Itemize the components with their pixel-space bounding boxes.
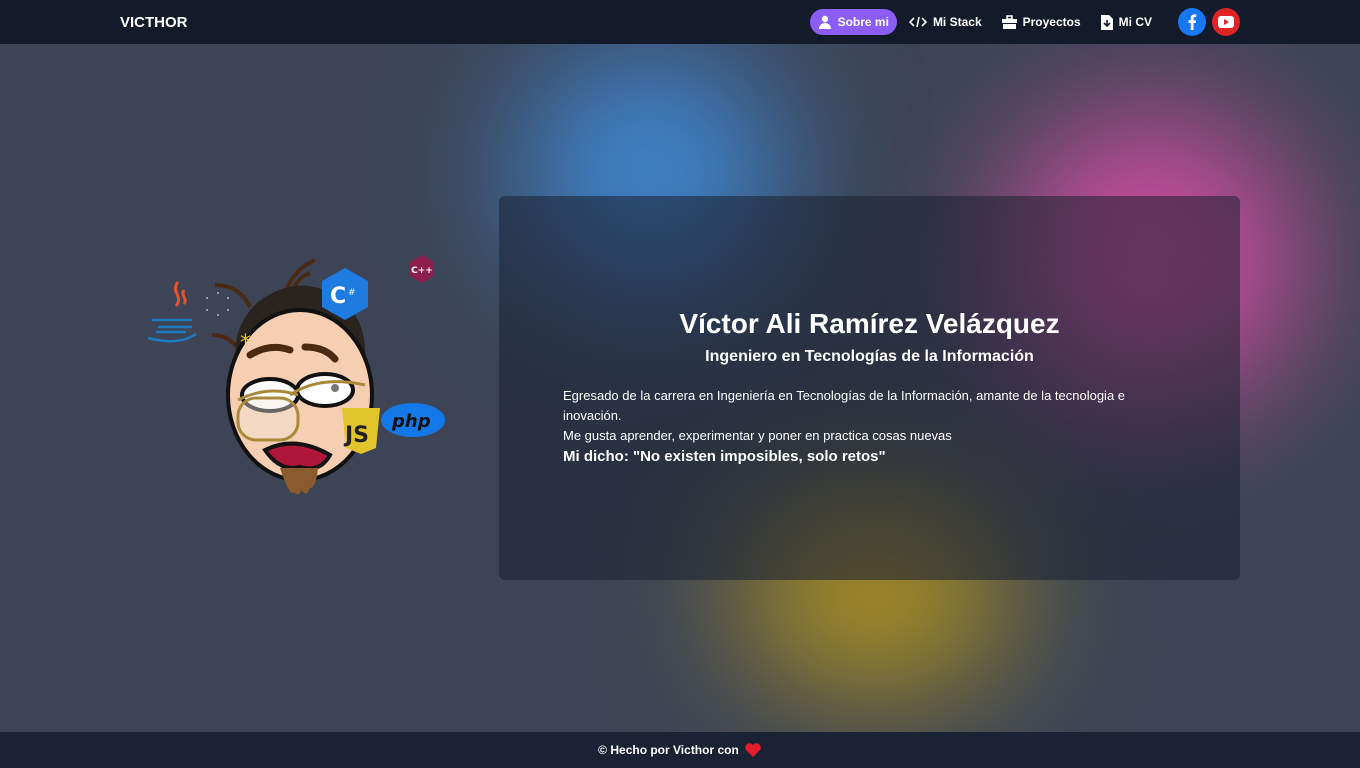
nav-mi-stack[interactable]: Mi Stack [901,9,990,35]
svg-text:*: * [240,331,251,356]
nav-label: Mi CV [1118,15,1152,29]
profile-paragraph: Me gusta aprender, experimentar y poner … [563,428,952,443]
briefcase-icon [1001,15,1017,29]
facebook-icon [1188,14,1197,30]
nav-sobre-mi[interactable]: Sobre mi [809,9,897,35]
facebook-link[interactable] [1178,8,1206,36]
youtube-icon [1218,16,1234,28]
cplusplus-label: C++ [411,266,433,276]
brand-logo[interactable]: VICTHOR [120,14,188,31]
user-icon [818,15,831,29]
heart-icon [745,743,761,757]
footer: © Hecho por Victhor con [0,732,1360,768]
php-icon: php [381,403,445,437]
svg-text:#: # [348,288,356,298]
navbar: VICTHOR Sobre mi Mi Stack Proyectos Mi C… [0,0,1360,44]
nav-mi-cv[interactable]: Mi CV [1093,9,1160,36]
profile-title: Ingeniero en Tecnologías de la Informaci… [705,348,1034,365]
youtube-link[interactable] [1212,8,1240,36]
nav-label: Mi Stack [932,15,982,29]
cplusplus-icon: C++ [410,255,434,283]
profile-name: Víctor Ali Ramírez Velázquez [679,308,1060,339]
profile-paragraph: Egresado de la carrera en Ingeniería en … [563,388,1126,423]
svg-text:php: php [391,411,431,432]
profile-card: Víctor Ali Ramírez Velázquez Ingeniero e… [499,196,1240,580]
footer-text: © Hecho por Victhor con [598,743,739,757]
java-icon [147,281,197,343]
file-download-icon [1100,14,1113,30]
nav-label: Proyectos [1022,15,1081,29]
nav-label: Sobre mi [837,15,889,29]
nav-proyectos[interactable]: Proyectos [994,9,1089,35]
code-icon [908,16,927,28]
svg-text:JS: JS [343,423,369,448]
profile-motto: Mi dicho: "No existen imposibles, solo r… [563,448,886,465]
avatar-illustration: * C # C++ JS php [147,255,445,495]
javascript-icon: JS [342,408,380,454]
svg-text:C: C [330,284,346,309]
